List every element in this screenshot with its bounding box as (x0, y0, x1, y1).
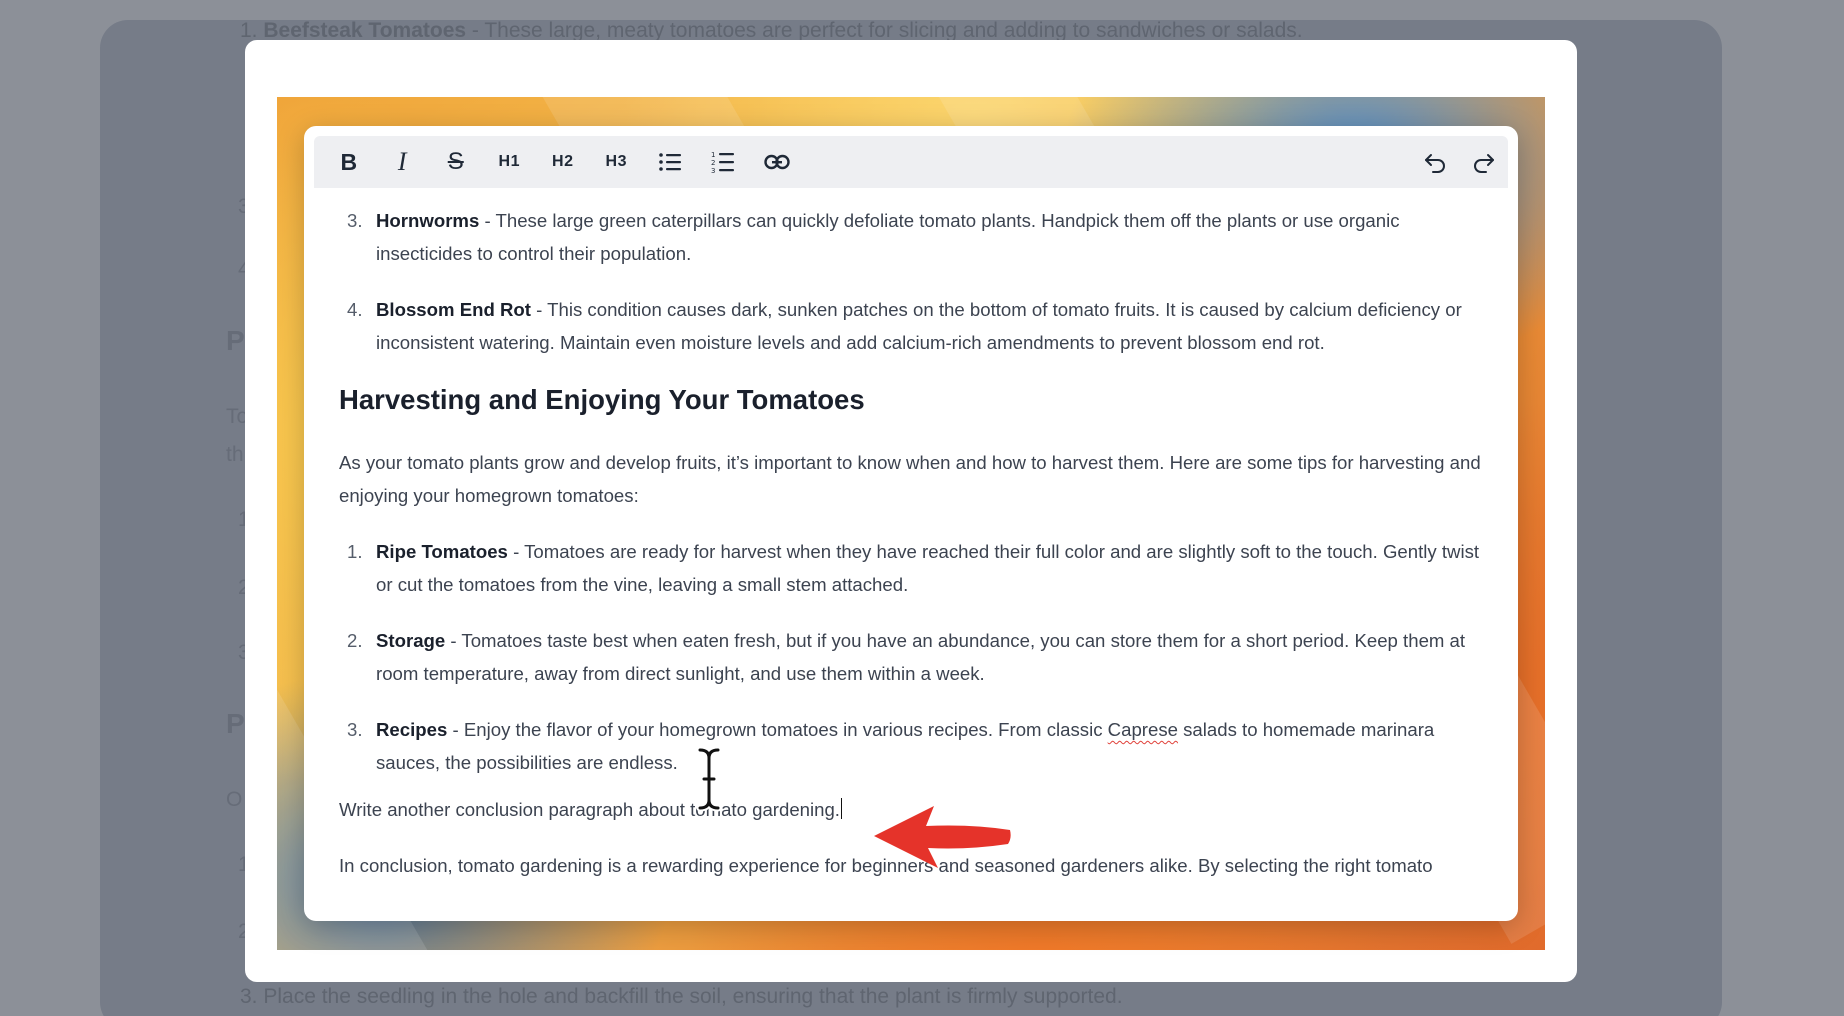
editor-toolbar: B I S H1 H2 H3 1 2 3 (314, 136, 1508, 188)
strikethrough-button[interactable]: S (429, 142, 483, 182)
pests-list: 3. Hornworms - These large green caterpi… (339, 204, 1499, 359)
link-button[interactable] (750, 142, 804, 182)
italic-button[interactable]: I (376, 142, 430, 182)
heading2-button[interactable]: H2 (536, 142, 590, 182)
rich-text-editor: B I S H1 H2 H3 1 2 3 3. Hornworms - Thes… (304, 126, 1518, 921)
background-list-item: 3. Place the seedling in the hole and ba… (240, 985, 1123, 1008)
ordered-list-button[interactable]: 1 2 3 (697, 142, 751, 182)
background-fragment: P (226, 325, 245, 356)
bullet-list-icon (658, 153, 681, 171)
list-item: 3. Recipes - Enjoy the flavor of your ho… (347, 719, 1435, 773)
redo-button[interactable] (1459, 142, 1508, 182)
list-item: 4. Blossom End Rot - This condition caus… (347, 299, 1462, 353)
ibeam-cursor-icon (696, 746, 722, 812)
undo-icon (1424, 154, 1445, 173)
text-caret (840, 798, 843, 819)
svg-text:1: 1 (711, 151, 715, 159)
background-fragment: P (226, 708, 245, 739)
link-icon (764, 154, 790, 170)
intro-paragraph: As your tomato plants grow and develop f… (339, 452, 1481, 506)
annotation-arrow-icon (874, 806, 1011, 868)
misspelled-word[interactable]: Caprese (1108, 719, 1178, 740)
undo-button[interactable] (1410, 142, 1459, 182)
background-fragment: th (226, 443, 244, 466)
redo-icon (1473, 154, 1494, 173)
heading3-button[interactable]: H3 (590, 142, 644, 182)
list-item: 2. Storage - Tomatoes taste best when ea… (347, 630, 1466, 684)
list-item: 3. Hornworms - These large green caterpi… (347, 210, 1400, 264)
svg-text:2: 2 (711, 159, 715, 167)
heading1-button[interactable]: H1 (483, 142, 537, 182)
svg-text:3: 3 (711, 167, 715, 174)
bullet-list-button[interactable] (643, 142, 697, 182)
editor-content[interactable]: 3. Hornworms - These large green caterpi… (339, 204, 1499, 905)
section-heading: Harvesting and Enjoying Your Tomatoes (339, 384, 865, 415)
ordered-list-icon: 1 2 3 (711, 151, 735, 174)
background-fragment: O (226, 788, 243, 811)
list-item: 1. Ripe Tomatoes - Tomatoes are ready fo… (347, 541, 1480, 595)
harvest-list: 1. Ripe Tomatoes - Tomatoes are ready fo… (339, 535, 1499, 779)
bold-button[interactable]: B (322, 142, 376, 182)
